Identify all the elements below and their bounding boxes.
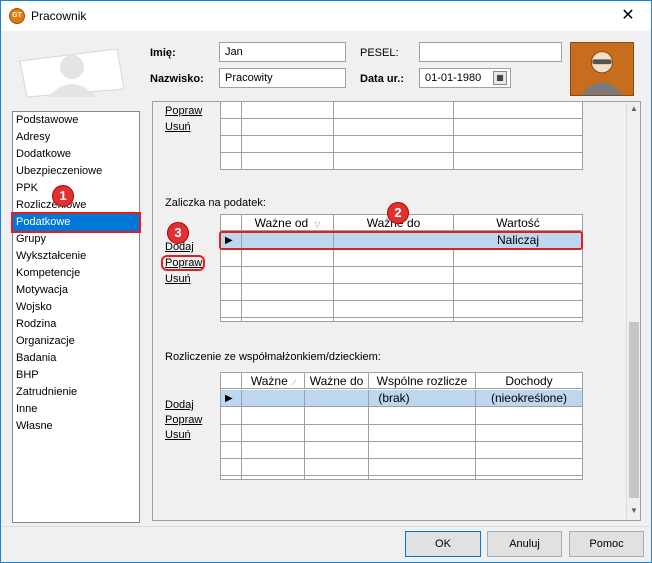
help-button[interactable]: Pomoc	[569, 531, 644, 557]
joint-add-link[interactable]: Dodaj	[165, 399, 194, 411]
scroll-thumb[interactable]	[629, 322, 639, 498]
annotation-badge-1: 1	[52, 185, 74, 207]
last-name-field[interactable]: Pracowity	[219, 68, 346, 88]
column-header-joint[interactable]: Wspólne rozlicze	[369, 373, 476, 389]
sidebar-item[interactable]: Rodzina	[13, 316, 139, 333]
sidebar-item[interactable]: Motywacja	[13, 282, 139, 299]
cancel-button[interactable]: Anuluj	[487, 531, 562, 557]
top-delete-link[interactable]: Usuń	[165, 121, 191, 133]
pesel-label: PESEL:	[360, 47, 399, 59]
highlight-edit-frame	[161, 255, 205, 271]
sidebar-item[interactable]: Inne	[13, 401, 139, 418]
sidebar-item[interactable]: Kompetencje	[13, 265, 139, 282]
employee-avatar	[570, 42, 634, 96]
row-pointer-icon: ▶	[225, 393, 233, 404]
highlight-row-frame	[219, 231, 583, 250]
calendar-icon[interactable]: ▦	[493, 71, 507, 85]
tax-delete-link[interactable]: Usuń	[165, 273, 191, 285]
joint-edit-link[interactable]: Popraw	[165, 414, 202, 426]
joint-delete-link[interactable]: Usuń	[165, 429, 191, 441]
annotation-badge-2: 2	[387, 202, 409, 224]
sidebar-item[interactable]: Wykształcenie	[13, 248, 139, 265]
sidebar-item[interactable]: Podstawowe	[13, 112, 139, 129]
tax-details-panel: Popraw Usuń Zaliczka na podatek: Dodaj P…	[152, 101, 641, 521]
top-grid[interactable]	[220, 102, 583, 170]
app-logo-icon: GT	[9, 8, 25, 24]
birth-date-value: 01-01-1980	[425, 72, 482, 84]
sidebar-item[interactable]: Zatrudnienie	[13, 384, 139, 401]
title-bar: GT Pracownik ✕	[1, 1, 651, 31]
ok-button[interactable]: OK	[405, 531, 481, 557]
sidebar-item[interactable]: Badania	[13, 350, 139, 367]
birth-date-label: Data ur.:	[360, 73, 405, 85]
employee-header: Imię: Jan Nazwisko: Pracowity PESEL: Dat…	[2, 31, 650, 99]
scroll-up-icon[interactable]: ▲	[629, 104, 639, 113]
column-header-valid-from[interactable]: Ważne od ▽	[242, 215, 334, 231]
column-header-income[interactable]: Dochody	[476, 373, 582, 389]
table-row[interactable]: ▶ (brak) (nieokreślone)	[221, 390, 582, 407]
sidebar-item[interactable]: BHP	[13, 367, 139, 384]
sidebar-item[interactable]: PPK	[13, 180, 139, 197]
column-header-valid[interactable]: Ważne ∕	[242, 373, 305, 389]
sidebar-item[interactable]: Dodatkowe	[13, 146, 139, 163]
sidebar-item[interactable]: Organizacje	[13, 333, 139, 350]
joint-settlement-label: Rozliczenie ze współmałżonkiem/dzieckiem…	[165, 351, 381, 363]
dialog-footer: OK Anuluj Pomoc	[2, 526, 650, 562]
sidebar-item[interactable]: Ubezpieczeniowe	[13, 163, 139, 180]
sidebar-item[interactable]: Własne	[13, 418, 139, 435]
sidebar-item[interactable]: Wojsko	[13, 299, 139, 316]
pesel-field[interactable]	[419, 42, 562, 62]
sidebar-item[interactable]: Podatkowe	[11, 212, 141, 233]
column-header-value[interactable]: Wartość	[454, 215, 582, 231]
sidebar-item[interactable]: Adresy	[13, 129, 139, 146]
column-header-valid-to[interactable]: Ważne do	[305, 373, 369, 389]
category-list[interactable]: Podstawowe Adresy Dodatkowe Ubezpieczeniowe…	[11, 111, 141, 523]
annotation-badge-3: 3	[167, 222, 189, 244]
first-name-label: Imię:	[150, 47, 176, 59]
employee-window: GT Pracownik ✕ Imię: Jan Nazwisko: Praco…	[0, 0, 652, 563]
scroll-down-icon[interactable]: ▼	[629, 506, 639, 515]
sidebar-item[interactable]: Rozliczeniowe	[13, 197, 139, 214]
photo-placeholder-icon	[19, 48, 125, 98]
sidebar-item[interactable]: Grupy	[13, 231, 139, 248]
last-name-label: Nazwisko:	[150, 73, 204, 85]
top-edit-link[interactable]: Popraw	[165, 105, 202, 117]
joint-cell: (brak)	[378, 391, 410, 405]
tax-advance-label: Zaliczka na podatek:	[165, 197, 266, 209]
close-button[interactable]: ✕	[605, 1, 651, 31]
joint-grid[interactable]: Ważne ∕ Ważne do Wspólne rozlicze Dochody…	[220, 372, 583, 480]
panel-scrollbar[interactable]: ▲ ▼	[626, 102, 640, 520]
income-cell: (nieokreślone)	[490, 391, 568, 405]
first-name-field[interactable]: Jan	[219, 42, 346, 62]
window-title: Pracownik	[31, 9, 87, 23]
